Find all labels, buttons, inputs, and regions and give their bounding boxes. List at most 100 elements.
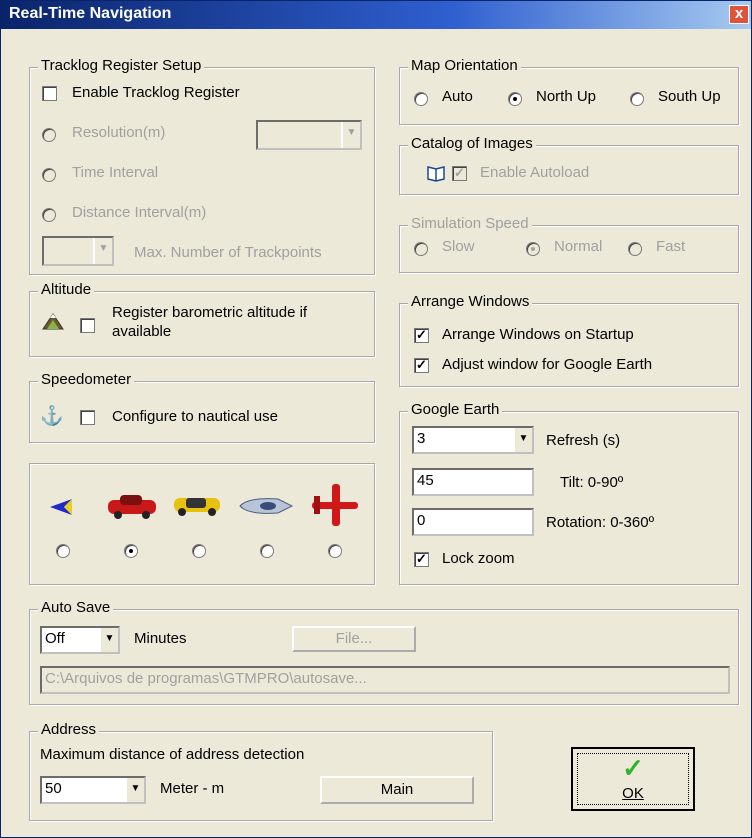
arrange-startup-label[interactable]: Arrange Windows on Startup <box>442 326 634 343</box>
auto-save-legend: Auto Save <box>38 599 114 616</box>
catalog-legend: Catalog of Images <box>408 135 536 152</box>
arrange-windows-group: Arrange Windows ✓ Arrange Windows on Sta… <box>399 293 739 387</box>
distance-interval-label[interactable]: Distance Interval(m) <box>72 204 206 221</box>
enable-tracklog-label[interactable]: Enable Tracklog Register <box>72 84 240 101</box>
address-distance-select[interactable]: 50 ▼ <box>40 776 146 804</box>
time-interval-radio[interactable] <box>42 168 56 182</box>
mountain-icon <box>42 313 64 330</box>
red-car-icon <box>108 495 156 519</box>
catalog-group: Catalog of Images ✓ Enable Autoload <box>399 135 739 195</box>
boat-icon <box>239 498 294 514</box>
speed-slow-label[interactable]: Slow <box>442 238 475 255</box>
adjust-google-earth-label[interactable]: Adjust window for Google Earth <box>442 356 652 373</box>
tilt-input[interactable]: 45 <box>412 468 534 496</box>
vehicle-radio-boat[interactable] <box>260 544 274 558</box>
enable-tracklog-checkbox[interactable] <box>42 86 57 101</box>
vehicle-radio-red-car[interactable] <box>124 544 138 558</box>
book-icon <box>427 166 445 182</box>
address-description: Maximum distance of address detection <box>40 746 305 763</box>
close-icon[interactable]: x <box>735 5 743 22</box>
vehicle-radio-arrow[interactable] <box>56 544 70 558</box>
rotation-input[interactable]: 0 <box>412 508 534 536</box>
autoload-label[interactable]: Enable Autoload <box>480 164 589 181</box>
orientation-south-up-radio[interactable] <box>630 92 644 106</box>
orientation-north-up-radio[interactable] <box>508 92 522 106</box>
simulation-speed-legend: Simulation Speed <box>408 215 532 232</box>
speedometer-legend: Speedometer <box>38 371 135 388</box>
auto-save-group: Auto Save Off ▼ Minutes File... C:\Arqui… <box>29 599 739 705</box>
google-earth-legend: Google Earth <box>408 401 503 418</box>
speed-normal-radio[interactable] <box>526 242 540 256</box>
chevron-down-icon[interactable]: ▼ <box>341 122 360 148</box>
main-button-label: Main <box>380 781 414 798</box>
chevron-down-icon[interactable]: ▼ <box>99 628 118 652</box>
barometric-altitude-label-line2[interactable]: available <box>112 323 171 340</box>
orientation-auto-radio[interactable] <box>414 92 428 106</box>
map-orientation-legend: Map Orientation <box>408 57 521 74</box>
ok-button[interactable]: ✓ OK <box>571 747 695 811</box>
close-button[interactable]: x <box>729 5 749 24</box>
adjust-google-earth-checkbox[interactable]: ✓ <box>414 358 429 373</box>
simulation-speed-group: Simulation Speed Slow Normal Fast <box>399 215 739 273</box>
auto-save-interval-select[interactable]: Off ▼ <box>40 626 120 654</box>
main-button[interactable]: Main <box>320 776 474 804</box>
meter-label: Meter - m <box>160 780 225 797</box>
refresh-select[interactable]: 3 ▼ <box>412 426 534 454</box>
minutes-label: Minutes <box>134 630 187 647</box>
vehicle-radio-yellow-car[interactable] <box>192 544 206 558</box>
speed-fast-radio[interactable] <box>628 242 642 256</box>
time-interval-label[interactable]: Time Interval <box>72 164 158 181</box>
orientation-north-up-label[interactable]: North Up <box>536 88 596 105</box>
arrange-startup-checkbox[interactable]: ✓ <box>414 328 429 343</box>
chevron-down-icon[interactable]: ▼ <box>93 238 112 264</box>
chevron-down-icon[interactable]: ▼ <box>125 778 144 802</box>
check-icon: ✓ <box>622 753 644 783</box>
tracklog-group: Tracklog Register Setup Enable Tracklog … <box>29 57 375 275</box>
vehicle-group <box>29 463 375 585</box>
google-earth-group: Google Earth 3 ▼ Refresh (s) 45 Tilt: 0-… <box>399 401 739 585</box>
nautical-use-checkbox[interactable] <box>80 410 95 425</box>
tracklog-legend: Tracklog Register Setup <box>38 57 205 74</box>
altitude-legend: Altitude <box>38 281 95 298</box>
lock-zoom-label[interactable]: Lock zoom <box>442 550 515 567</box>
vehicle-radio-airplane[interactable] <box>328 544 342 558</box>
chevron-down-icon[interactable]: ▼ <box>513 428 532 452</box>
lock-zoom-checkbox[interactable]: ✓ <box>414 552 429 567</box>
barometric-altitude-label-line1[interactable]: Register barometric altitude if <box>112 304 307 321</box>
arrange-windows-legend: Arrange Windows <box>408 293 533 310</box>
speed-slow-radio[interactable] <box>414 242 428 256</box>
window-title: Real-Time Navigation <box>9 5 172 22</box>
anchor-icon: ⚓ <box>40 406 64 427</box>
speedometer-group: Speedometer ⚓ Configure to nautical use <box>29 371 375 443</box>
resolution-label[interactable]: Resolution(m) <box>72 124 165 141</box>
max-points-select[interactable]: ▼ <box>42 236 114 266</box>
barometric-altitude-checkbox[interactable] <box>80 318 95 333</box>
altitude-group: Altitude Register barometric altitude if… <box>29 281 375 357</box>
resolution-select[interactable]: ▼ <box>256 120 362 150</box>
auto-save-interval-value: Off <box>45 630 65 647</box>
speed-normal-label[interactable]: Normal <box>554 238 602 255</box>
nautical-use-label[interactable]: Configure to nautical use <box>112 408 278 425</box>
autoload-checkbox[interactable]: ✓ <box>452 166 467 181</box>
address-group: Address Maximum distance of address dete… <box>29 721 493 821</box>
file-button[interactable]: File... <box>292 626 416 652</box>
refresh-label: Refresh (s) <box>546 432 621 449</box>
orientation-auto-label[interactable]: Auto <box>442 88 473 105</box>
speed-fast-label[interactable]: Fast <box>656 238 685 255</box>
dialog-window: Real-Time Navigation x Tracklog Register… <box>0 0 752 838</box>
airplane-icon <box>312 484 358 526</box>
title-bar[interactable]: Real-Time Navigation x <box>1 1 751 29</box>
arrow-cursor-icon <box>50 499 72 515</box>
orientation-south-up-label[interactable]: South Up <box>658 88 721 105</box>
resolution-radio[interactable] <box>42 128 56 142</box>
rotation-label: Rotation: 0-360º <box>546 514 655 531</box>
address-legend: Address <box>38 721 100 738</box>
distance-interval-radio[interactable] <box>42 208 56 222</box>
refresh-value: 3 <box>417 430 426 447</box>
ok-button-label: OK <box>622 785 644 802</box>
file-button-label: File... <box>335 630 373 647</box>
max-points-label: Max. Number of Trackpoints <box>134 244 322 261</box>
address-distance-value: 50 <box>45 780 62 797</box>
auto-save-path-field[interactable]: C:\Arquivos de programas\GTMPRO\autosave… <box>40 666 730 694</box>
auto-save-path-value: C:\Arquivos de programas\GTMPRO\autosave… <box>45 670 367 687</box>
